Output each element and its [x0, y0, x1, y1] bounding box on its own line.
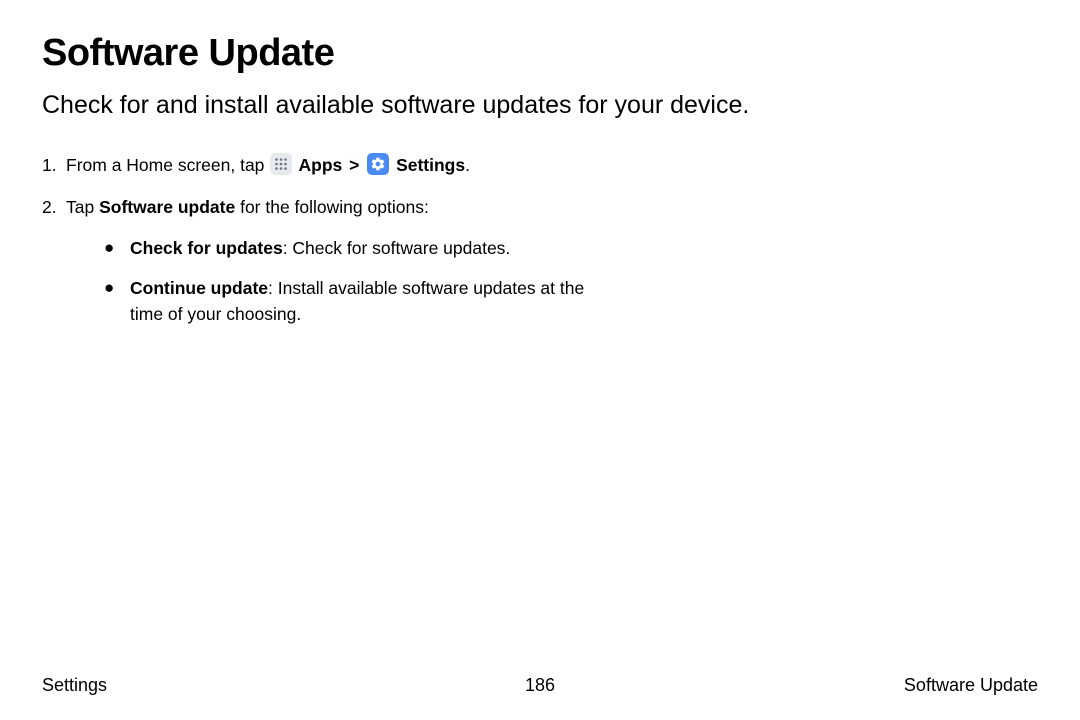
- bullet-bold: Continue update: [130, 278, 268, 298]
- bullet-marker: ●: [104, 275, 130, 328]
- step-text: From a Home screen, tap: [66, 155, 269, 175]
- step-text-end: for the following options:: [235, 197, 429, 217]
- document-page: Software Update Check for and install av…: [0, 0, 1080, 341]
- page-number: 186: [525, 675, 555, 696]
- chevron-right-icon: >: [344, 155, 364, 175]
- bullet-marker: ●: [104, 235, 130, 261]
- bullet-text: : Check for software updates.: [283, 238, 511, 258]
- bullet-bold: Check for updates: [130, 238, 283, 258]
- step-text: Tap: [66, 197, 99, 217]
- step-body: Tap Software update for the following op…: [66, 194, 1038, 341]
- footer-left: Settings: [42, 675, 107, 696]
- step-1: 1. From a Home screen, tap Apps > Settin…: [42, 152, 1038, 178]
- apps-label: Apps: [294, 155, 342, 175]
- settings-label: Settings: [391, 155, 465, 175]
- footer-right: Software Update: [904, 675, 1038, 696]
- step-number: 2.: [42, 194, 66, 341]
- bullet-body: Continue update: Install available softw…: [130, 275, 604, 328]
- bullet-list: ● Check for updates: Check for software …: [104, 235, 1038, 328]
- page-subtitle: Check for and install available software…: [42, 91, 1038, 120]
- step-body: From a Home screen, tap Apps > Settings.: [66, 152, 1038, 178]
- software-update-label: Software update: [99, 197, 235, 217]
- steps-list: 1. From a Home screen, tap Apps > Settin…: [42, 152, 1038, 341]
- bullet-item: ● Continue update: Install available sof…: [104, 275, 604, 328]
- bullet-item: ● Check for updates: Check for software …: [104, 235, 604, 261]
- page-title: Software Update: [42, 32, 1038, 75]
- page-footer: Settings 186 Software Update: [42, 675, 1038, 696]
- step-2: 2. Tap Software update for the following…: [42, 194, 1038, 341]
- gear-icon: [367, 153, 389, 175]
- apps-icon: [270, 153, 292, 175]
- step-number: 1.: [42, 152, 66, 178]
- bullet-body: Check for updates: Check for software up…: [130, 235, 604, 261]
- step-text-end: .: [465, 155, 470, 175]
